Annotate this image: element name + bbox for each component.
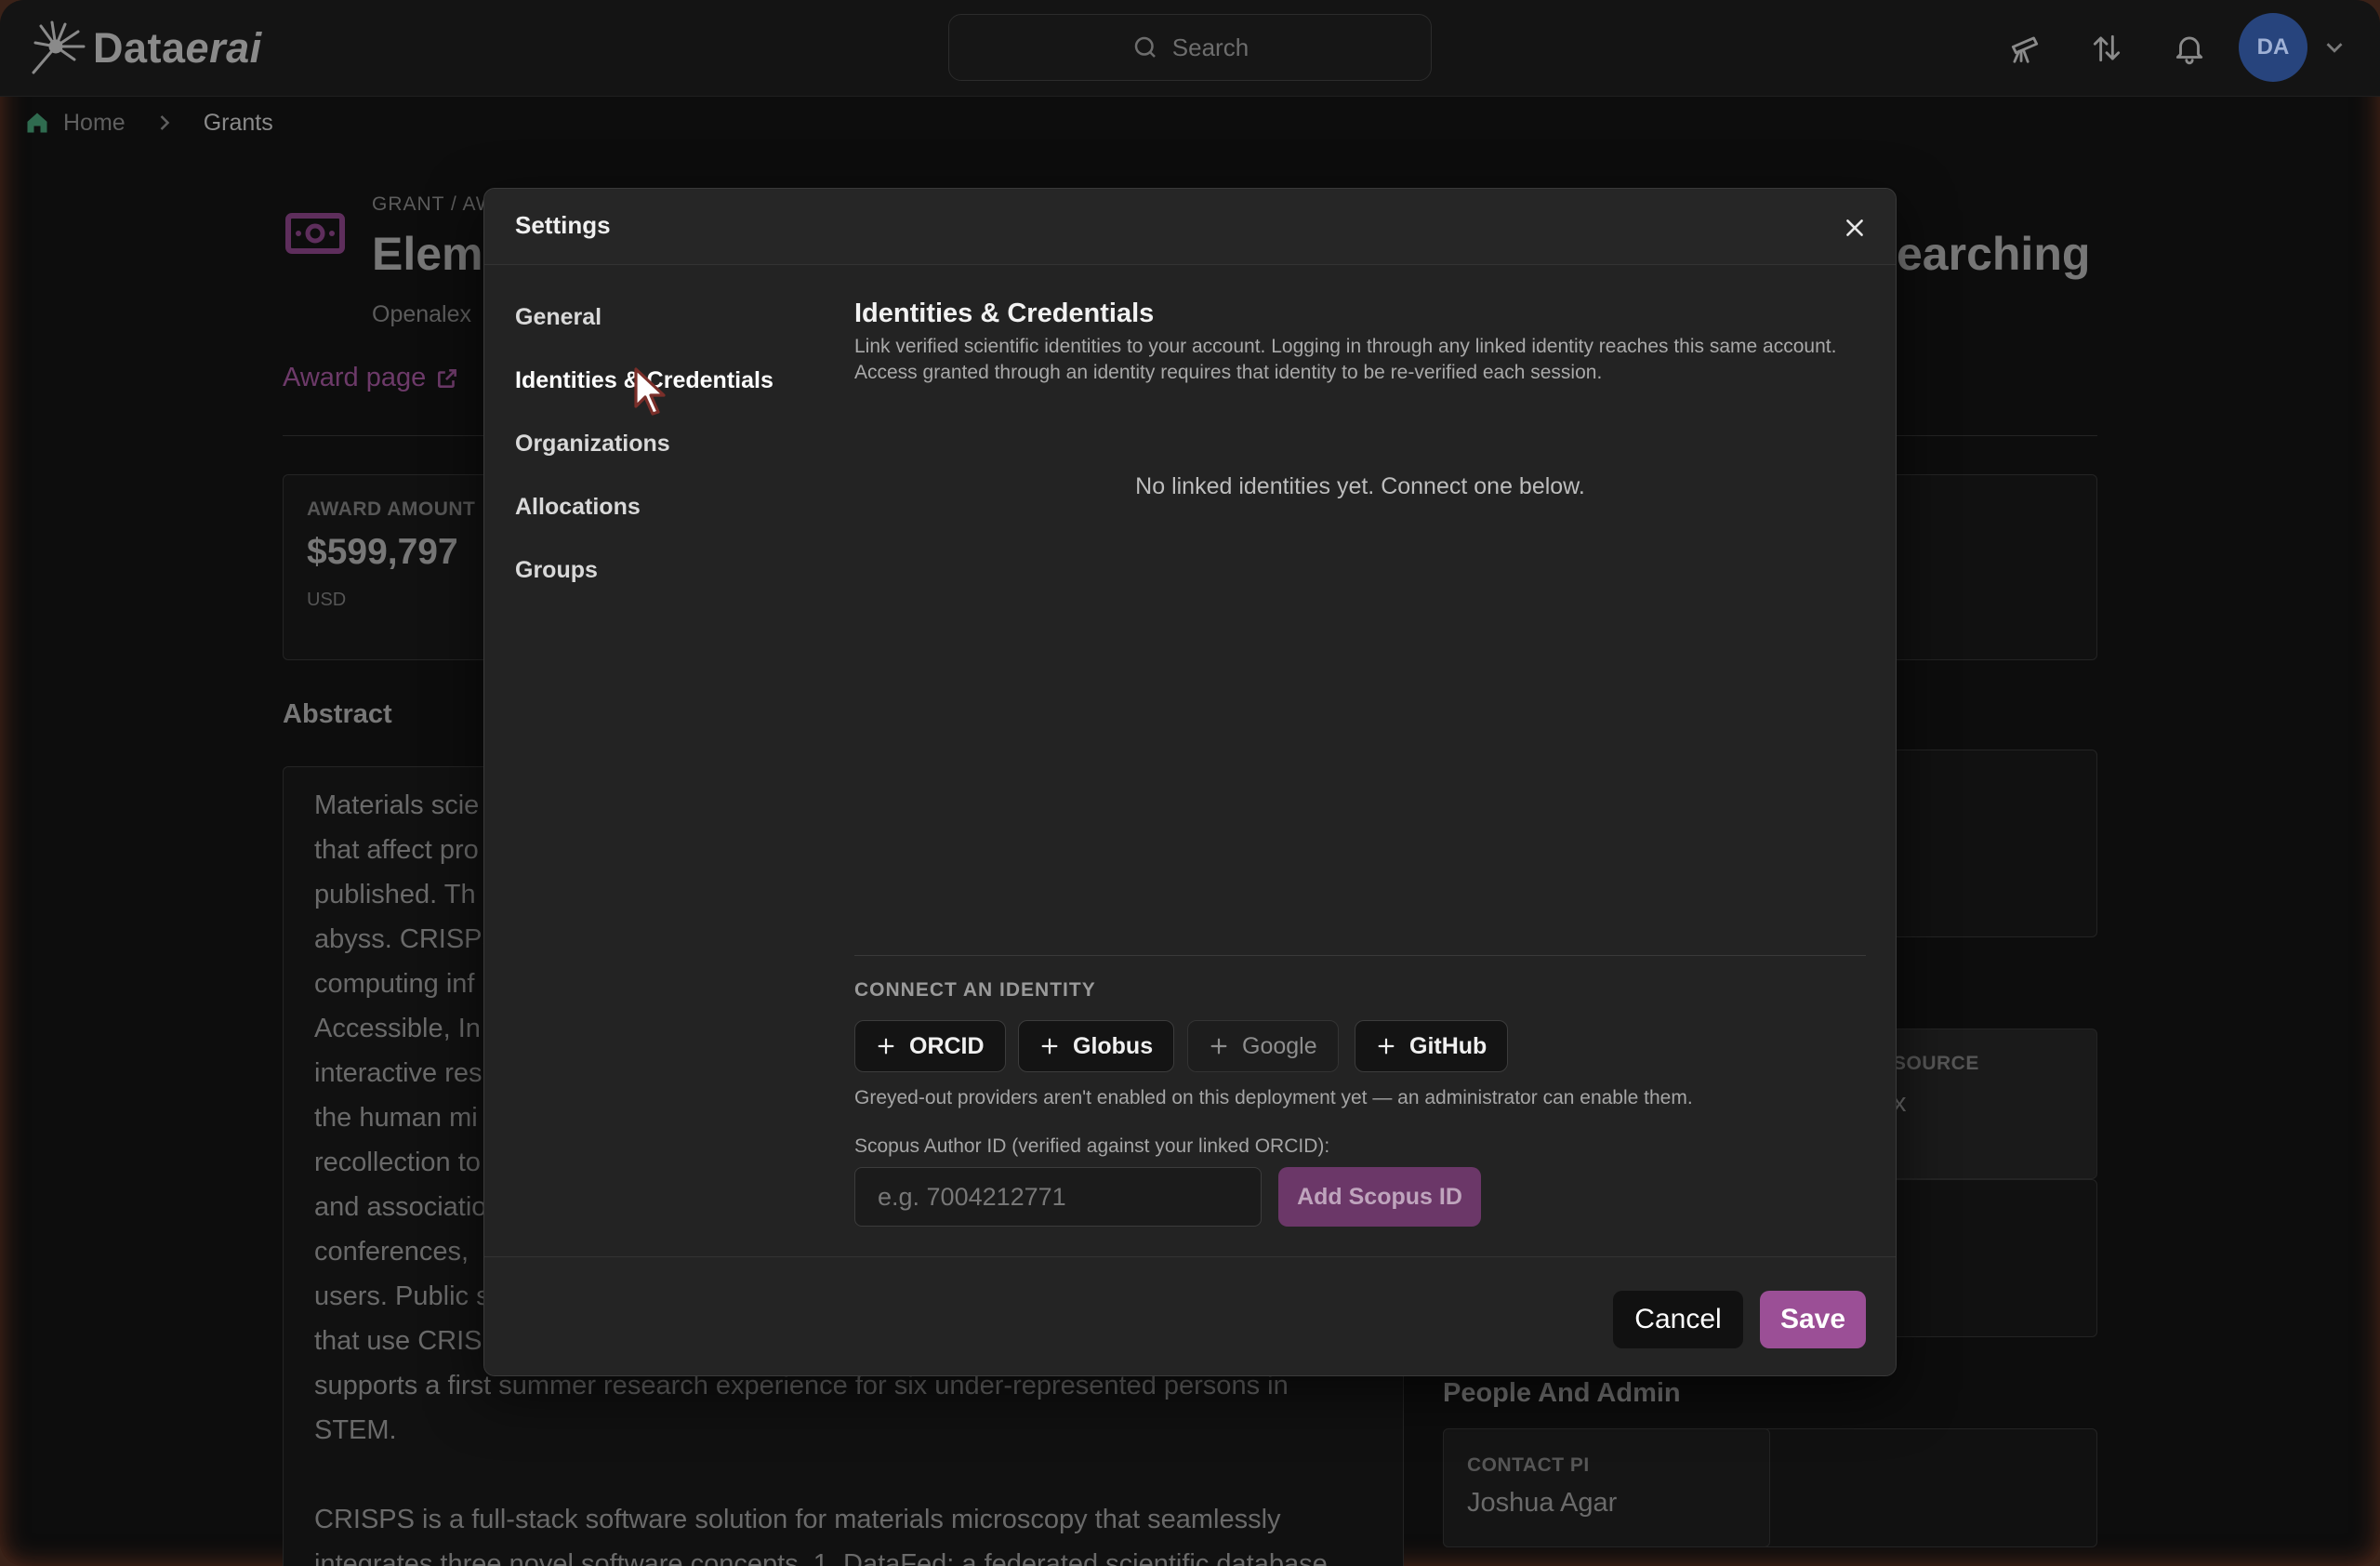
grant-title-end: earching — [1897, 228, 2091, 280]
logo-text: Dataerai — [93, 24, 262, 72]
logo[interactable]: Dataerai — [28, 17, 262, 80]
modal-header: Settings — [484, 189, 1896, 265]
search-bar[interactable]: Search — [948, 14, 1432, 81]
sidebar-item-general[interactable]: General — [515, 304, 602, 331]
grant-title: Elem — [372, 228, 483, 280]
modal-title: Settings — [515, 211, 611, 239]
sidebar-item-groups[interactable]: Groups — [515, 557, 598, 584]
right-card — [1878, 474, 2097, 660]
breadcrumb-home[interactable]: Home — [63, 110, 126, 137]
award-amount-unit: USD — [307, 590, 347, 610]
sidebar-item-organizations[interactable]: Organizations — [515, 431, 670, 458]
telescope-button[interactable] — [1995, 19, 2055, 78]
connect-google-button: Google — [1187, 1020, 1339, 1072]
close-button[interactable] — [1838, 211, 1871, 245]
abstract-heading: Abstract — [283, 699, 392, 729]
source-label: SOURCE — [1893, 1053, 1979, 1074]
add-scopus-button[interactable]: Add Scopus ID — [1278, 1167, 1481, 1227]
award-amount-value: $599,797 — [307, 532, 458, 572]
app-window: GRANT / AW Elem earching Openalex Award … — [0, 0, 2380, 1566]
abstract-paragraph-2: CRISPS is a full-stack software solution… — [314, 1505, 1328, 1566]
right-card — [1878, 750, 2097, 937]
settings-modal: Settings General Identities & Credential… — [483, 188, 1897, 1376]
chevron-right-icon — [160, 115, 170, 130]
external-link-icon — [438, 368, 457, 388]
plus-icon — [878, 1038, 894, 1055]
cursor-icon — [634, 367, 666, 416]
money-icon — [285, 213, 345, 254]
close-icon — [1846, 219, 1863, 236]
sidebar-item-allocations[interactable]: Allocations — [515, 494, 641, 521]
right-card — [1878, 1179, 2097, 1337]
scopus-label: Scopus Author ID (verified against your … — [854, 1135, 1330, 1157]
user-avatar[interactable]: DA — [2239, 13, 2307, 82]
divider — [854, 955, 1866, 956]
cancel-button[interactable]: Cancel — [1613, 1291, 1743, 1348]
section-title: Identities & Credentials — [854, 299, 1155, 328]
breadcrumb-current[interactable]: Grants — [204, 110, 273, 137]
connect-globus-button[interactable]: Globus — [1018, 1020, 1175, 1072]
plus-icon — [1378, 1038, 1395, 1055]
plus-icon — [1210, 1038, 1227, 1055]
telescope-icon — [2011, 36, 2039, 63]
transfer-icon — [2093, 34, 2121, 62]
search-label: Search — [1171, 33, 1250, 61]
home-icon — [27, 113, 47, 133]
award-amount-label: AWARD AMOUNT — [307, 498, 476, 520]
people-heading: People And Admin — [1443, 1378, 1681, 1408]
plus-icon — [1041, 1038, 1058, 1055]
transfer-button[interactable] — [2077, 19, 2136, 78]
save-button[interactable]: Save — [1760, 1291, 1866, 1348]
award-page-link[interactable]: Award page — [283, 363, 459, 393]
connect-identity-label: CONNECT AN IDENTITY — [854, 979, 1096, 1001]
section-description: Link verified scientific identities to y… — [854, 336, 1837, 383]
notifications-button[interactable] — [2160, 19, 2219, 78]
connect-github-button[interactable]: GitHub — [1355, 1020, 1509, 1072]
breadcrumb: Home Grants — [24, 104, 273, 141]
contact-pi-value: Joshua Agar — [1467, 1488, 1618, 1518]
greyed-providers-note: Greyed-out providers aren't enabled on t… — [854, 1087, 1693, 1108]
connect-orcid-button[interactable]: ORCID — [854, 1020, 1006, 1072]
top-bar: Dataerai Search DA — [0, 0, 2380, 97]
contact-pi-label: CONTACT PI — [1467, 1454, 1590, 1476]
empty-state-message: No linked identities yet. Connect one be… — [1135, 473, 1585, 499]
source-card — [1878, 1029, 2097, 1179]
logo-icon — [32, 20, 86, 74]
grant-source: Openalex — [372, 301, 472, 327]
modal-footer: Cancel Save — [484, 1256, 1896, 1375]
chevron-down-icon[interactable] — [2320, 33, 2348, 61]
award-page-label: Award page — [283, 363, 427, 392]
avatar-initials: DA — [2256, 34, 2290, 60]
scopus-id-input[interactable] — [854, 1167, 1262, 1227]
grant-kicker: GRANT / AW — [372, 193, 496, 215]
search-icon — [1134, 36, 1156, 58]
bell-icon — [2175, 36, 2203, 65]
